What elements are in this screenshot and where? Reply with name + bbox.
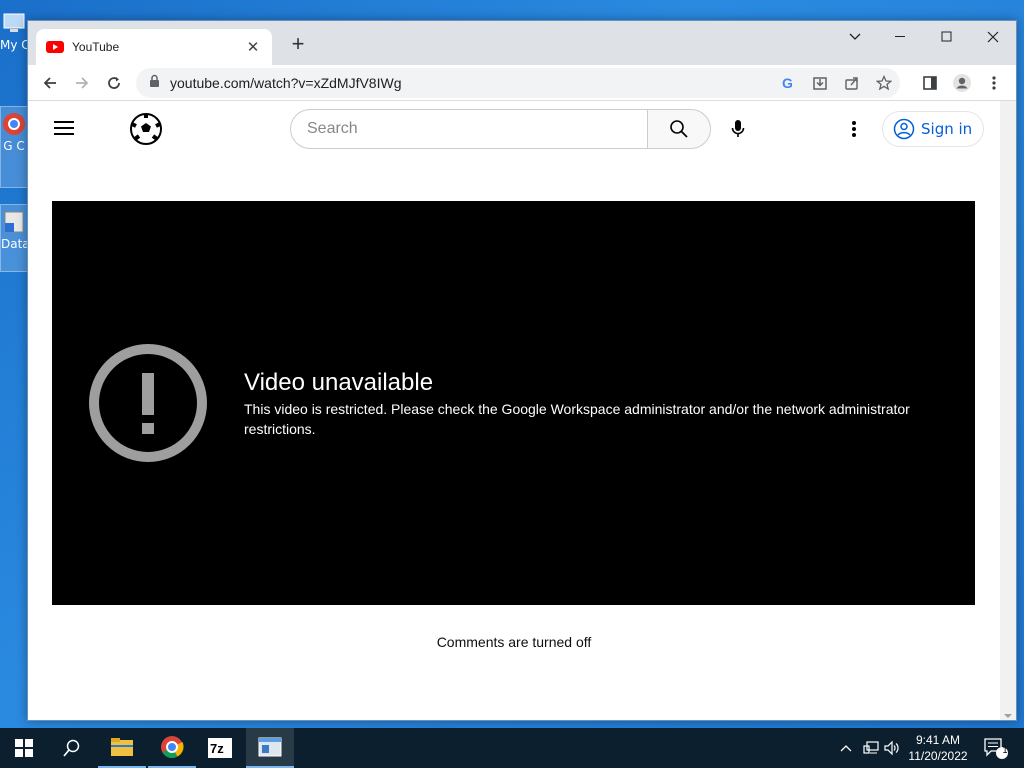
data-shortcut-icon	[1, 209, 27, 235]
this-pc-icon	[1, 10, 27, 36]
taskbar-7zip[interactable]: 7z	[196, 728, 244, 768]
search-input[interactable]: Search	[290, 109, 648, 149]
speaker-icon	[884, 741, 899, 755]
guide-menu-button[interactable]	[52, 117, 76, 141]
youtube-page: Search Sign in Video unavailable This vi…	[28, 101, 1000, 720]
browser-window: YouTube ✕ + youtube.com/watch?v=xZdMJfV8…	[27, 20, 1017, 721]
desktop-icon-google-chrome[interactable]: G C	[0, 106, 28, 188]
desktop-icon-label: Data	[1, 237, 28, 251]
tab-title: YouTube	[72, 40, 120, 54]
taskbar-search-button[interactable]	[48, 728, 96, 768]
youtube-favicon-icon	[46, 41, 64, 53]
comments-status: Comments are turned off	[436, 634, 592, 650]
search-icon	[670, 120, 688, 138]
svg-text:7z: 7z	[210, 741, 224, 756]
reload-button[interactable]	[100, 69, 128, 97]
new-tab-button[interactable]: +	[286, 33, 310, 57]
google-lens-icon[interactable]: G	[772, 69, 804, 97]
desktop-icon-data[interactable]: Data	[0, 204, 28, 272]
app-window-icon	[258, 737, 282, 757]
clock-date: 11/20/2022	[908, 749, 968, 763]
search-icon	[63, 739, 80, 757]
more-vertical-icon	[852, 121, 856, 137]
google-chrome-shortcut-icon	[1, 111, 27, 137]
settings-more-button[interactable]	[838, 113, 870, 145]
taskbar-app-window[interactable]	[246, 728, 294, 768]
error-message: This video is restricted. Please check t…	[244, 401, 910, 437]
tab-search-button[interactable]	[832, 21, 878, 53]
search-placeholder: Search	[307, 120, 358, 137]
close-window-button[interactable]	[970, 21, 1016, 53]
account-circle-icon	[893, 118, 915, 140]
minimize-button[interactable]	[878, 21, 924, 53]
taskbar-clock[interactable]: 9:41 AM 11/20/2022	[902, 732, 974, 764]
notification-center-button[interactable]: 1	[978, 728, 1014, 768]
install-app-icon[interactable]	[804, 69, 836, 97]
desktop-icon-label: G C	[3, 139, 25, 153]
profile-avatar[interactable]	[948, 69, 976, 97]
back-button[interactable]	[36, 69, 64, 97]
tab-strip: YouTube ✕ +	[28, 21, 1016, 65]
notification-count: 1	[1002, 745, 1008, 755]
address-bar[interactable]: youtube.com/watch?v=xZdMJfV8IWg G	[136, 68, 900, 98]
start-button[interactable]	[0, 728, 48, 768]
exclamation-circle-icon	[89, 344, 207, 462]
side-panel-button[interactable]	[916, 69, 944, 97]
network-icon	[863, 741, 879, 754]
sign-in-button[interactable]: Sign in	[882, 111, 984, 147]
taskbar: 7z 9:41 AM 11/20/2022 1	[0, 728, 1024, 768]
address-url: youtube.com/watch?v=xZdMJfV8IWg	[170, 75, 402, 91]
show-hidden-icons-button[interactable]	[836, 728, 856, 768]
chevron-up-icon	[840, 745, 852, 752]
taskbar-file-explorer[interactable]	[98, 728, 146, 768]
search-button[interactable]	[647, 109, 711, 149]
windows-start-icon	[15, 739, 33, 757]
error-title: Video unavailable	[244, 369, 434, 396]
7zip-icon: 7z	[208, 738, 232, 758]
desktop-icon-label: My C	[0, 38, 28, 52]
sign-in-label: Sign in	[921, 120, 973, 138]
clock-time: 9:41 AM	[915, 733, 961, 747]
lock-icon	[148, 74, 162, 93]
forward-button[interactable]	[68, 69, 96, 97]
microphone-icon	[731, 120, 745, 137]
voice-search-button[interactable]	[718, 109, 758, 149]
page-scrollbar[interactable]	[1000, 101, 1016, 720]
bookmark-star-icon[interactable]	[868, 69, 900, 97]
desktop-icon-this-pc[interactable]: My C	[0, 10, 28, 52]
file-explorer-icon	[111, 738, 133, 756]
video-player[interactable]: Video unavailable This video is restrict…	[52, 201, 975, 605]
chrome-icon	[161, 736, 184, 758]
close-tab-icon[interactable]: ✕	[244, 38, 262, 56]
maximize-button[interactable]	[924, 21, 970, 53]
volume-tray-button[interactable]	[882, 728, 902, 768]
chrome-menu-button[interactable]	[980, 69, 1008, 97]
svg-text:G: G	[782, 75, 793, 91]
network-tray-button[interactable]	[860, 728, 882, 768]
youtube-masthead: Search Sign in	[28, 101, 1000, 157]
browser-toolbar: youtube.com/watch?v=xZdMJfV8IWg G	[28, 65, 1016, 101]
tab-youtube[interactable]: YouTube ✕	[36, 29, 272, 65]
youtube-logo[interactable]	[128, 111, 164, 147]
taskbar-chrome[interactable]	[148, 728, 196, 768]
share-icon[interactable]	[836, 69, 868, 97]
